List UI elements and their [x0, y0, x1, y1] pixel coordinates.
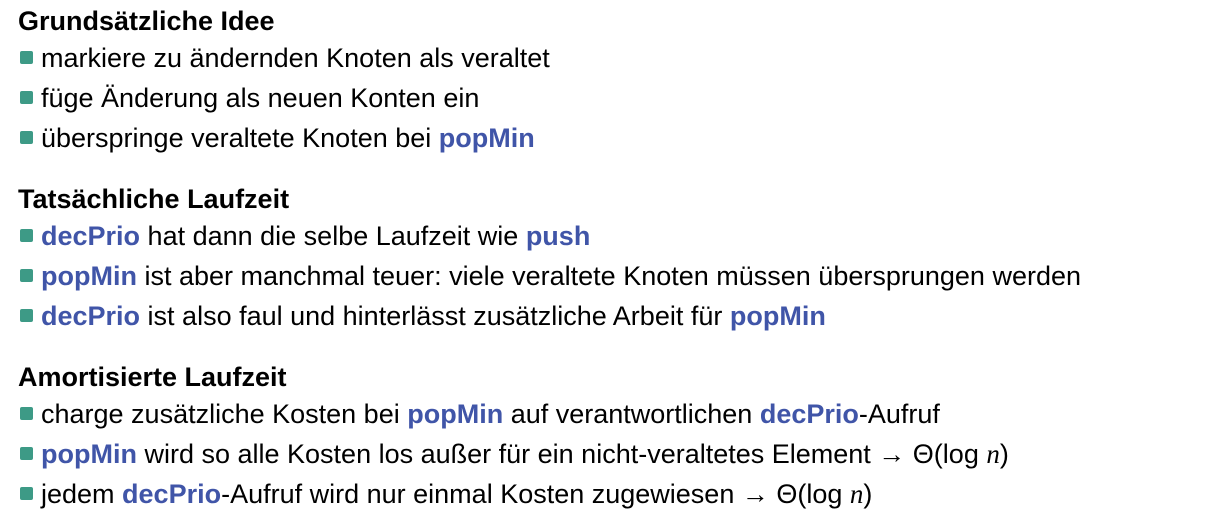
item-text: charge zusätzliche Kosten bei	[41, 399, 408, 429]
keyword-push: push	[525, 221, 591, 251]
square-bullet-icon	[20, 407, 33, 420]
item-text: -Aufruf	[858, 399, 940, 429]
item-text: )	[999, 439, 1009, 469]
bullet-list: markiere zu ändernden Knoten als veralte…	[18, 38, 1218, 158]
square-bullet-icon	[20, 91, 33, 104]
item-text: ist also faul und hinterlässt zusätzlich…	[140, 301, 730, 331]
bullet-list: decPrio hat dann die selbe Laufzeit wie …	[18, 216, 1218, 336]
square-bullet-icon	[20, 229, 33, 242]
section-tatsaechliche-laufzeit: Tatsächliche Laufzeit decPrio hat dann d…	[18, 182, 1218, 336]
square-bullet-icon	[20, 51, 33, 64]
slide-content: Grundsätzliche Idee markiere zu ändernde…	[18, 4, 1218, 514]
keyword-popmin: popMin	[407, 399, 504, 429]
item-text: -Aufruf wird nur einmal Kosten zugewiese…	[221, 479, 850, 509]
item-text: füge Änderung als neuen Konten ein	[41, 83, 480, 113]
keyword-decprio: decPrio	[759, 399, 859, 429]
keyword-decprio: decPrio	[41, 221, 141, 251]
math-variable-n: n	[986, 439, 1000, 469]
list-item: markiere zu ändernden Knoten als veralte…	[18, 38, 1218, 78]
item-text: überspringe veraltete Knoten bei	[41, 123, 439, 153]
keyword-popmin: popMin	[438, 123, 535, 153]
list-item: überspringe veraltete Knoten bei popMin	[18, 118, 1218, 158]
section-heading: Grundsätzliche Idee	[18, 6, 275, 36]
math-variable-n: n	[849, 479, 864, 509]
square-bullet-icon	[20, 447, 33, 460]
square-bullet-icon	[20, 487, 33, 500]
item-text: auf verantwortlichen	[503, 399, 760, 429]
item-text: markiere zu ändernden Knoten als veralte…	[41, 43, 550, 73]
keyword-popmin: popMin	[41, 439, 137, 469]
bullet-list: charge zusätzliche Kosten bei popMin auf…	[18, 394, 1218, 514]
list-item: popMin wird so alle Kosten los außer für…	[18, 434, 1218, 474]
list-item: decPrio ist also faul und hinterlässt zu…	[18, 296, 1218, 336]
list-item: jedem decPrio-Aufruf wird nur einmal Kos…	[18, 474, 1218, 514]
square-bullet-icon	[20, 269, 33, 282]
section-heading: Tatsächliche Laufzeit	[18, 184, 290, 214]
section-amortisierte-laufzeit: Amortisierte Laufzeit charge zusätzliche…	[18, 360, 1218, 514]
square-bullet-icon	[20, 309, 33, 322]
keyword-popmin: popMin	[729, 301, 826, 331]
item-text: ist aber manchmal teuer: viele veraltete…	[136, 261, 1081, 291]
square-bullet-icon	[20, 131, 33, 144]
list-item: füge Änderung als neuen Konten ein	[18, 78, 1218, 118]
list-item: charge zusätzliche Kosten bei popMin auf…	[18, 394, 1218, 434]
keyword-decprio: decPrio	[122, 479, 222, 509]
section-heading: Amortisierte Laufzeit	[18, 362, 287, 392]
list-item: popMin ist aber manchmal teuer: viele ve…	[18, 256, 1218, 296]
item-text: wird so alle Kosten los außer für ein ni…	[136, 439, 987, 469]
list-item: decPrio hat dann die selbe Laufzeit wie …	[18, 216, 1218, 256]
keyword-popmin: popMin	[41, 261, 137, 291]
item-text: hat dann die selbe Laufzeit wie	[140, 221, 526, 251]
section-grundsaetzliche-idee: Grundsätzliche Idee markiere zu ändernde…	[18, 4, 1218, 158]
item-text: jedem	[41, 479, 123, 509]
item-text: )	[863, 479, 873, 509]
keyword-decprio: decPrio	[41, 301, 141, 331]
